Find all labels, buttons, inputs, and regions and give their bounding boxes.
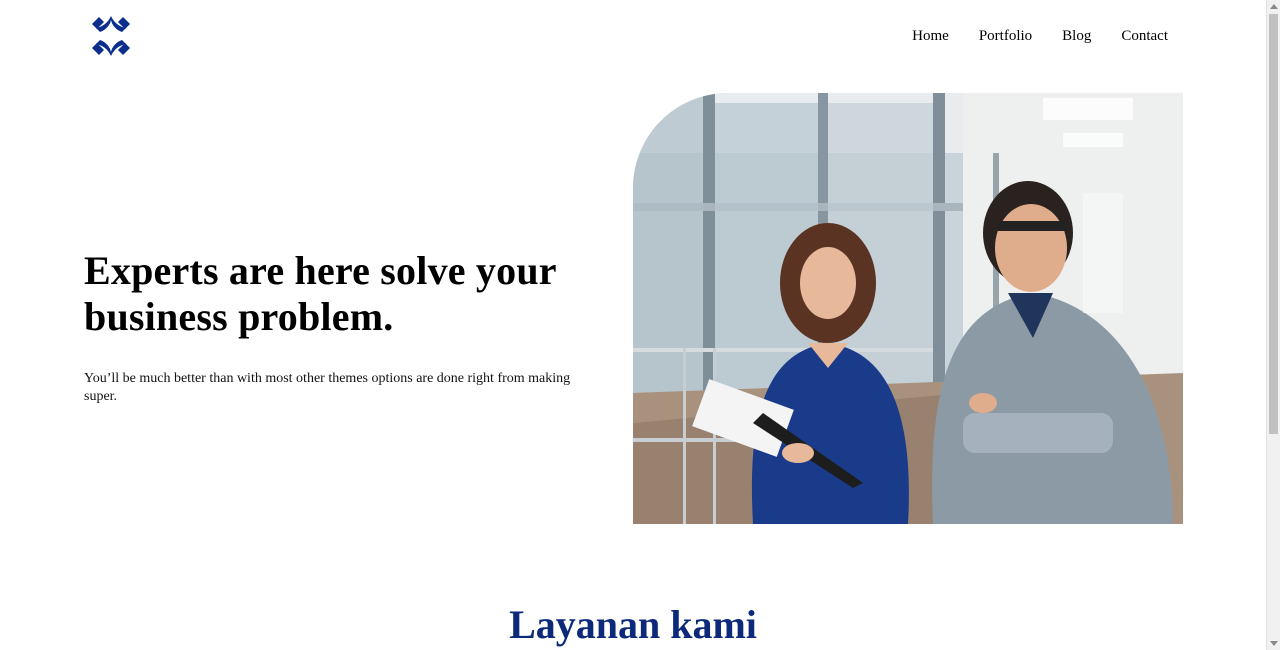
- scroll-up-arrow-icon[interactable]: [1270, 4, 1278, 9]
- nav-blog[interactable]: Blog: [1062, 27, 1091, 45]
- services-title: Layanan kami: [509, 602, 757, 647]
- nav-home[interactable]: Home: [912, 27, 949, 45]
- scroll-down-arrow-icon[interactable]: [1270, 641, 1278, 646]
- nav-portfolio[interactable]: Portfolio: [979, 27, 1032, 45]
- site-header: Home Portfolio Blog Contact: [0, 0, 1266, 72]
- scroll-thumb[interactable]: [1269, 14, 1278, 434]
- hero-subtitle: You’ll be much better than with most oth…: [84, 371, 571, 404]
- four-arc-logo-icon: [92, 16, 130, 56]
- business-people-photo: [633, 93, 1183, 524]
- hero-image: [633, 93, 1183, 524]
- hero-section: Experts are here solve your business pro…: [84, 248, 604, 406]
- site-logo[interactable]: [90, 15, 132, 57]
- main-nav: Home Portfolio Blog Contact: [882, 27, 1168, 45]
- page: Home Portfolio Blog Contact Experts are …: [0, 0, 1280, 650]
- hero-title: Experts are here solve your business pro…: [84, 248, 557, 339]
- page-scrollbar[interactable]: [1266, 0, 1280, 650]
- nav-contact[interactable]: Contact: [1121, 27, 1168, 45]
